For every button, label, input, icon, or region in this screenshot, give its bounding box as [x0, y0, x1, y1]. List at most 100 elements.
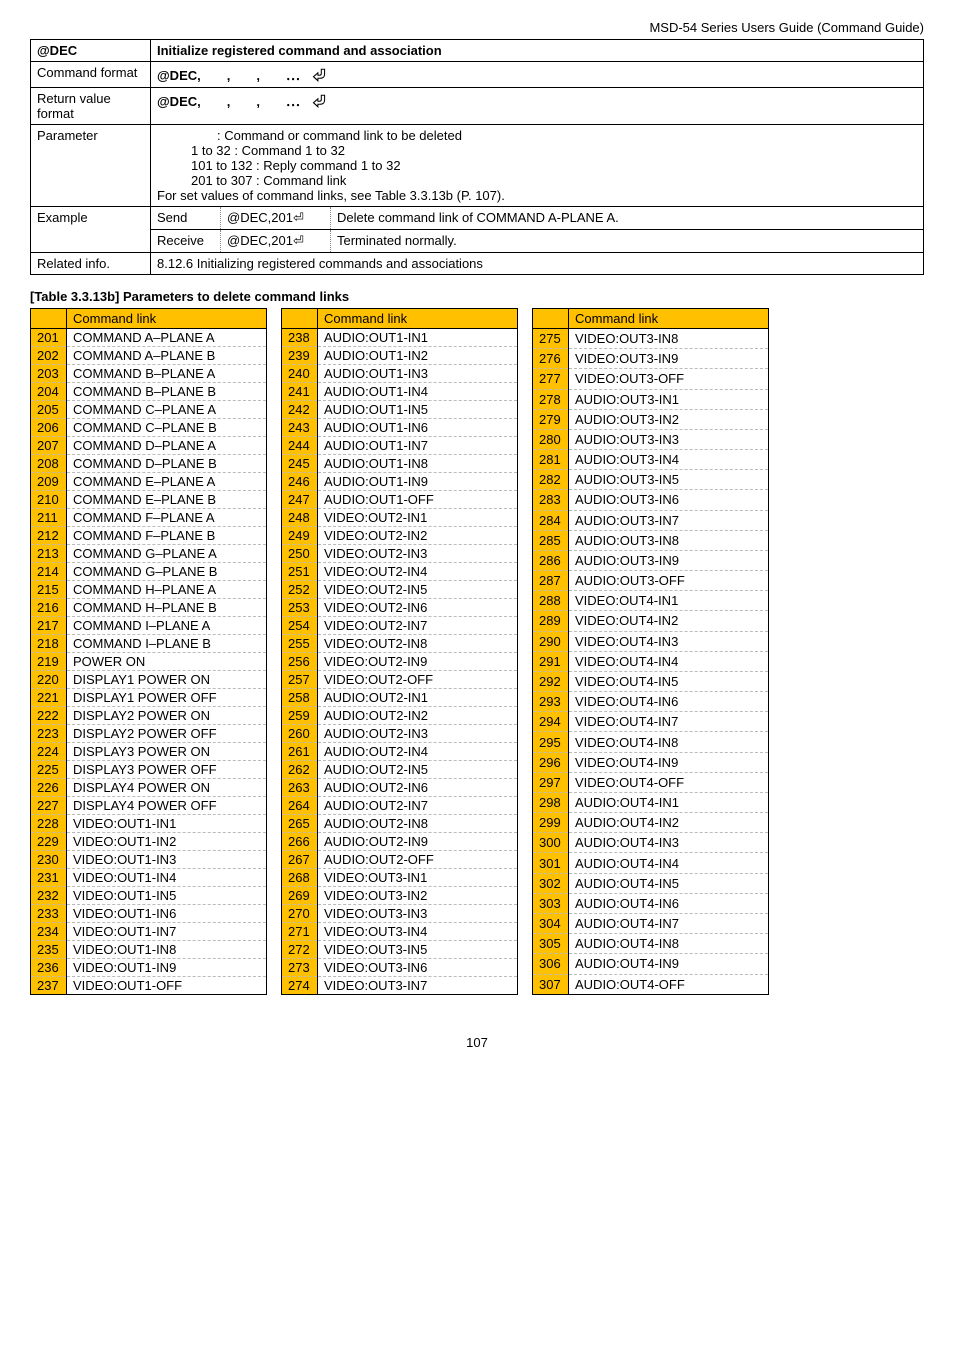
link-number: 219: [31, 653, 67, 671]
link-name: AUDIO:OUT1-IN2: [318, 347, 518, 365]
links-table-2: Command link 238AUDIO:OUT1-IN1239AUDIO:O…: [281, 308, 518, 995]
link-number: 226: [31, 779, 67, 797]
link-number: 248: [282, 509, 318, 527]
table-row: 286AUDIO:OUT3-IN9: [533, 550, 769, 570]
table-row: 303AUDIO:OUT4-IN6: [533, 893, 769, 913]
table-row: 202COMMAND A–PLANE B: [31, 347, 267, 365]
link-number: 225: [31, 761, 67, 779]
table-row: 285AUDIO:OUT3-IN8: [533, 530, 769, 550]
table-row: 234VIDEO:OUT1-IN7: [31, 923, 267, 941]
link-name: VIDEO:OUT2-IN4: [318, 563, 518, 581]
link-number: 216: [31, 599, 67, 617]
link-number: 272: [282, 941, 318, 959]
link-number: 287: [533, 571, 569, 591]
link-number: 253: [282, 599, 318, 617]
link-name: VIDEO:OUT4-IN7: [569, 712, 769, 732]
link-name: AUDIO:OUT1-IN7: [318, 437, 518, 455]
link-number: 286: [533, 550, 569, 570]
link-name: VIDEO:OUT4-IN6: [569, 692, 769, 712]
link-name: COMMAND E–PLANE B: [67, 491, 267, 509]
link-number: 256: [282, 653, 318, 671]
link-number: 257: [282, 671, 318, 689]
link-number: 277: [533, 369, 569, 389]
link-number: 244: [282, 437, 318, 455]
link-number: 222: [31, 707, 67, 725]
link-name: AUDIO:OUT1-IN8: [318, 455, 518, 473]
table-row: 305AUDIO:OUT4-IN8: [533, 934, 769, 954]
link-name: AUDIO:OUT1-IN4: [318, 383, 518, 401]
link-name: AUDIO:OUT4-OFF: [569, 974, 769, 995]
table-row: 290VIDEO:OUT4-IN3: [533, 631, 769, 651]
example-recv-label: Receive: [151, 230, 221, 253]
link-number: 217: [31, 617, 67, 635]
table-row: 298AUDIO:OUT4-IN1: [533, 792, 769, 812]
link-name: AUDIO:OUT1-IN1: [318, 329, 518, 347]
link-name: DISPLAY4 POWER OFF: [67, 797, 267, 815]
link-number: 238: [282, 329, 318, 347]
link-number: 232: [31, 887, 67, 905]
table-row: 225DISPLAY3 POWER OFF: [31, 761, 267, 779]
table-row: 261AUDIO:OUT2-IN4: [282, 743, 518, 761]
link-name: AUDIO:OUT3-OFF: [569, 571, 769, 591]
link-name: COMMAND E–PLANE A: [67, 473, 267, 491]
link-name: AUDIO:OUT4-IN2: [569, 813, 769, 833]
link-name: VIDEO:OUT4-IN3: [569, 631, 769, 651]
link-number: 278: [533, 389, 569, 409]
link-number: 290: [533, 631, 569, 651]
at-dec-label: @DEC: [31, 40, 151, 62]
link-name: AUDIO:OUT4-IN4: [569, 853, 769, 873]
table-row: 271VIDEO:OUT3-IN4: [282, 923, 518, 941]
link-name: VIDEO:OUT4-IN2: [569, 611, 769, 631]
link-number: 294: [533, 712, 569, 732]
table-row: 213COMMAND G–PLANE A: [31, 545, 267, 563]
link-name: VIDEO:OUT3-IN3: [318, 905, 518, 923]
example-label: Example: [31, 207, 151, 253]
link-name: VIDEO:OUT3-IN1: [318, 869, 518, 887]
table-row: 241AUDIO:OUT1-IN4: [282, 383, 518, 401]
table-row: 246AUDIO:OUT1-IN9: [282, 473, 518, 491]
link-name: COMMAND G–PLANE B: [67, 563, 267, 581]
link-number: 271: [282, 923, 318, 941]
link-name: AUDIO:OUT2-IN9: [318, 833, 518, 851]
link-number: 204: [31, 383, 67, 401]
link-number: 300: [533, 833, 569, 853]
example-send-desc: Delete command link of COMMAND A-PLANE A…: [331, 207, 924, 230]
link-name: COMMAND I–PLANE A: [67, 617, 267, 635]
link-name: COMMAND B–PLANE B: [67, 383, 267, 401]
return-format-label: Return value format: [31, 88, 151, 125]
link-number: 262: [282, 761, 318, 779]
link-name: DISPLAY2 POWER OFF: [67, 725, 267, 743]
link-name: AUDIO:OUT2-IN4: [318, 743, 518, 761]
col2-header: Command link: [318, 309, 518, 329]
link-number: 203: [31, 365, 67, 383]
link-number: 281: [533, 450, 569, 470]
link-name: AUDIO:OUT4-IN6: [569, 893, 769, 913]
link-number: 212: [31, 527, 67, 545]
link-name: VIDEO:OUT4-IN8: [569, 732, 769, 752]
table-row: 220DISPLAY1 POWER ON: [31, 671, 267, 689]
link-name: AUDIO:OUT3-IN1: [569, 389, 769, 409]
link-number: 283: [533, 490, 569, 510]
link-name: AUDIO:OUT4-IN8: [569, 934, 769, 954]
link-number: 218: [31, 635, 67, 653]
link-number: 261: [282, 743, 318, 761]
table-row: 247AUDIO:OUT1-OFF: [282, 491, 518, 509]
table-row: 258AUDIO:OUT2-IN1: [282, 689, 518, 707]
table-row: 221DISPLAY1 POWER OFF: [31, 689, 267, 707]
link-number: 239: [282, 347, 318, 365]
table-row: 289VIDEO:OUT4-IN2: [533, 611, 769, 631]
table-row: 269VIDEO:OUT3-IN2: [282, 887, 518, 905]
link-name: DISPLAY2 POWER ON: [67, 707, 267, 725]
table-row: 295VIDEO:OUT4-IN8: [533, 732, 769, 752]
link-number: 264: [282, 797, 318, 815]
link-name: COMMAND F–PLANE A: [67, 509, 267, 527]
link-number: 237: [31, 977, 67, 995]
table-row: 224DISPLAY3 POWER ON: [31, 743, 267, 761]
table-row: 254VIDEO:OUT2-IN7: [282, 617, 518, 635]
table-row: 260AUDIO:OUT2-IN3: [282, 725, 518, 743]
link-name: AUDIO:OUT4-IN1: [569, 792, 769, 812]
table-row: 201COMMAND A–PLANE A: [31, 329, 267, 347]
link-name: VIDEO:OUT3-IN2: [318, 887, 518, 905]
table-row: 238AUDIO:OUT1-IN1: [282, 329, 518, 347]
link-number: 220: [31, 671, 67, 689]
